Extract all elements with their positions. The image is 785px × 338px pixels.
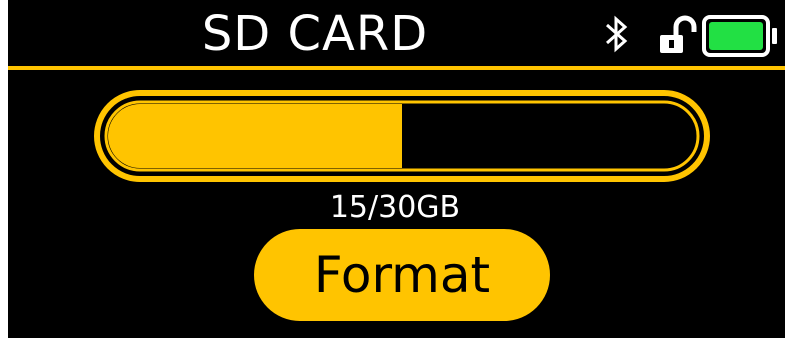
- sd-card-screen: SD CARD 15/30GB Format: [8, 0, 785, 338]
- storage-used-label: 15/30GB: [329, 190, 461, 225]
- format-button[interactable]: Format: [254, 229, 550, 321]
- header-bar: SD CARD: [8, 0, 785, 66]
- header-divider: [8, 66, 785, 70]
- battery-icon: [702, 15, 777, 57]
- lock-unlocked-icon: [660, 15, 697, 53]
- battery-level-fill: [709, 22, 763, 50]
- bluetooth-icon: [606, 15, 628, 53]
- storage-progress-fill: [108, 104, 402, 168]
- storage-progress-bar: [94, 90, 710, 182]
- page-title: SD CARD: [201, 6, 429, 62]
